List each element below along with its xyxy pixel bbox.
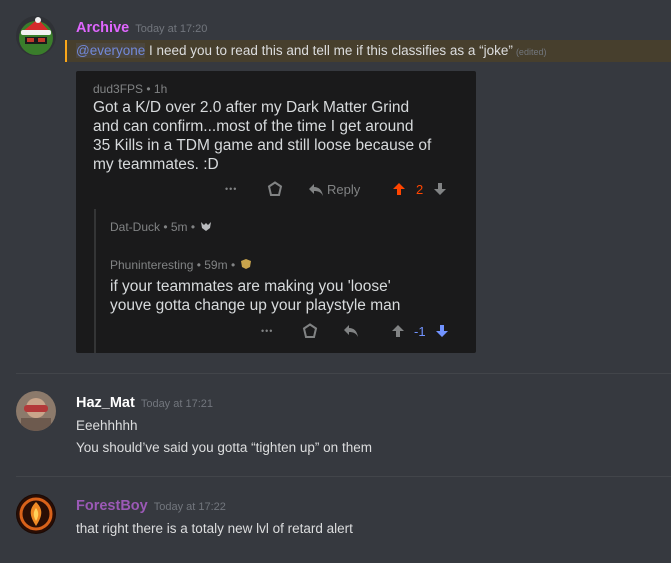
comment-actions: ••• -1 [76, 323, 476, 343]
message-text: @everyone I need you to read this and te… [76, 43, 546, 58]
message-archive: Archive Today at 17:20 @everyone I need y… [0, 0, 671, 365]
post-line: Got a K/D over 2.0 after my Dark Matter … [93, 99, 410, 116]
post-body: Got a K/D over 2.0 after my Dark Matter … [93, 98, 431, 174]
author-name[interactable]: Haz_Mat Today at 17:21 [76, 395, 213, 411]
upvote-icon[interactable] [391, 324, 405, 338]
timestamp: Today at 17:22 [153, 501, 226, 513]
author-name[interactable]: ForestBoy Today at 17:22 [76, 498, 226, 514]
downvote-icon[interactable] [435, 324, 449, 338]
user-flair-icon [240, 258, 252, 273]
timestamp: Today at 17:21 [140, 398, 213, 410]
timestamp: Today at 17:20 [135, 23, 208, 35]
message-text: Eeehhhhh [76, 418, 138, 433]
more-button[interactable]: ••• [261, 326, 273, 336]
reply-icon[interactable] [343, 324, 359, 338]
avatar[interactable] [16, 16, 56, 56]
username[interactable]: ForestBoy [76, 498, 148, 514]
comment-meta[interactable]: Dat-Duck • 5m • [110, 220, 212, 235]
edited-label: (edited) [515, 47, 547, 57]
comment-line: youve gotta change up your playstyle man [110, 297, 401, 314]
downvote-icon[interactable] [433, 182, 447, 196]
comment-body: if your teammates are making you 'loose'… [110, 277, 400, 315]
award-icon[interactable] [302, 323, 318, 339]
reply-label: Reply [327, 182, 361, 197]
upvote-icon[interactable] [392, 182, 406, 196]
comment-author[interactable]: Phuninteresting • 59m • [110, 258, 235, 272]
comment-line: if your teammates are making you 'loose' [110, 278, 391, 295]
post-line: and can confirm...most of the time I get… [93, 118, 414, 135]
mention-everyone[interactable]: @everyone [76, 43, 146, 58]
vote-score: -1 [414, 324, 426, 339]
reddit-embed[interactable]: dud3FPS • 1h Got a K/D over 2.0 after my… [76, 71, 476, 353]
user-flair-icon [200, 221, 212, 235]
more-button[interactable]: ••• [225, 184, 237, 194]
award-icon[interactable] [267, 181, 283, 197]
message-hazmat: Haz_Mat Today at 17:21 Eeehhhhh You shoul… [0, 374, 671, 474]
username[interactable]: Archive [76, 20, 129, 36]
message-content: I need you to read this and tell me if t… [145, 43, 513, 58]
post-line: 35 Kills in a TDM game and still loose b… [93, 137, 432, 154]
author-name[interactable]: Archive Today at 17:20 [76, 20, 207, 36]
post-actions: ••• Reply 2 [76, 181, 476, 201]
username[interactable]: Haz_Mat [76, 395, 135, 411]
post-line: my teammates. :D [93, 156, 219, 173]
vote-score: 2 [416, 182, 424, 197]
message-text: You should’ve said you gotta “tighten up… [76, 440, 372, 455]
reply-icon [309, 183, 323, 196]
message-forestboy: ForestBoy Today at 17:22 that right there… [0, 477, 671, 563]
post-meta[interactable]: dud3FPS • 1h [93, 82, 167, 96]
comment-meta[interactable]: Phuninteresting • 59m • [110, 258, 252, 273]
reply-button[interactable]: Reply [308, 182, 360, 197]
comment-author[interactable]: Dat-Duck • 5m • [110, 220, 195, 234]
avatar[interactable] [16, 494, 56, 534]
message-text: that right there is a totaly new lvl of … [76, 521, 353, 536]
avatar[interactable] [16, 391, 56, 431]
